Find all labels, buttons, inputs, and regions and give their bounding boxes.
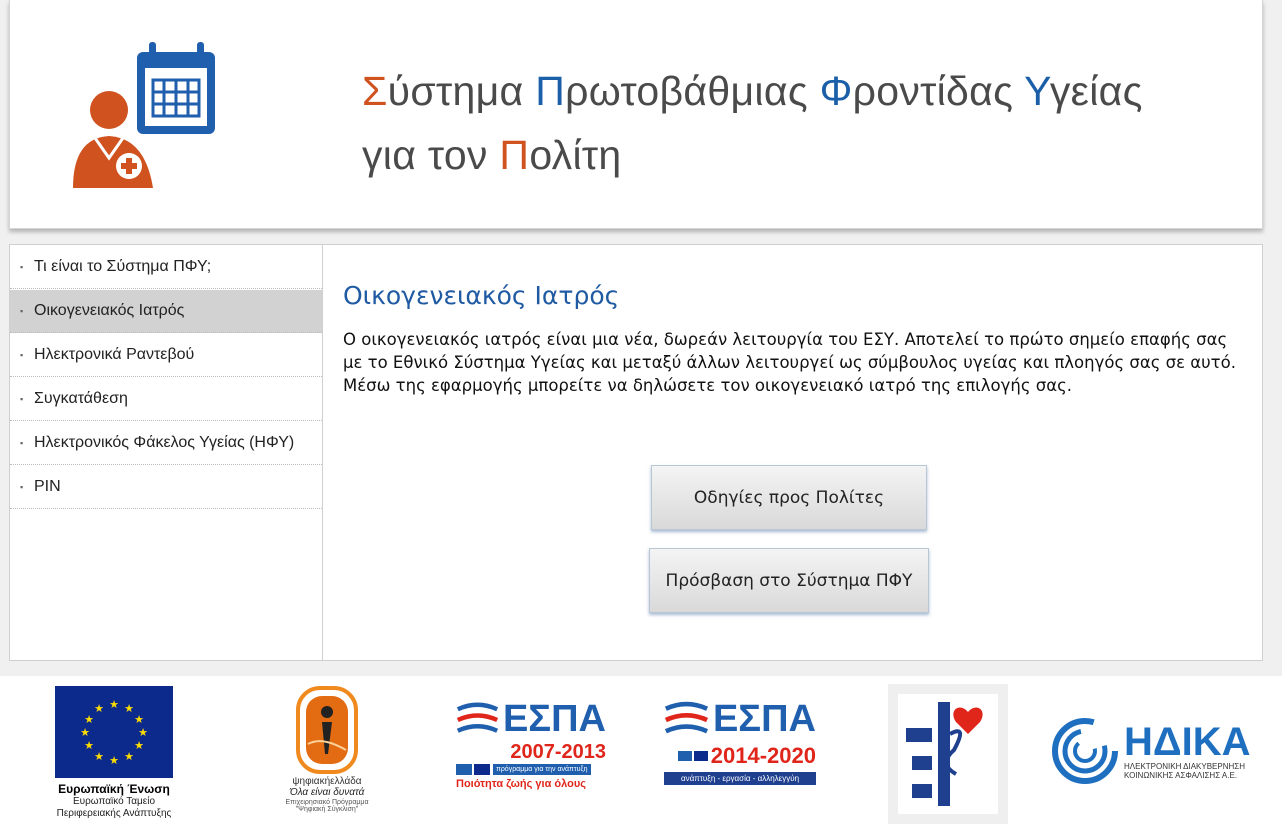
bullet-icon: ▪: [20, 394, 24, 404]
sidebar-item-label: PIN: [34, 478, 61, 495]
svg-text:★: ★: [134, 713, 144, 726]
page-description: Ο οικογενειακός ιατρός είναι μια νέα, δω…: [343, 330, 1236, 395]
svg-text:★: ★: [124, 750, 134, 763]
title-initial: Π: [535, 68, 566, 114]
espa-band: πρόγραμμα για την ανάπτυξη: [493, 764, 591, 775]
greek-flag-icon: [456, 764, 472, 775]
digital-subtitle: "Ψηφιακή Σύγκλιση": [295, 806, 359, 813]
svg-text:★: ★: [84, 713, 94, 726]
title-word: ολίτη: [529, 132, 622, 178]
title-word: ύστημα: [387, 68, 536, 114]
content-panel: ▪ Τι είναι το Σύστημα ΠΦΥ; ▪ Οικογενειακ…: [9, 244, 1263, 661]
digital-greece-logo: ψηφιακήελλάδα Όλα είναι δυνατά Επιχειρησ…: [268, 684, 386, 813]
svg-text:★: ★: [109, 754, 119, 767]
sidebar-item-label: Ηλεκτρονικά Ραντεβού: [34, 346, 195, 363]
svg-text:★: ★: [109, 698, 119, 711]
doctor-calendar-logo-icon: [73, 42, 215, 188]
sidebar-item-label: Οικογενειακός Ιατρός: [34, 302, 185, 319]
title-word: ρωτοβάθμιας: [565, 68, 820, 114]
sidebar-item-label: Συγκατάθεση: [34, 390, 128, 407]
header-title-line1: Σύστημα Πρωτοβάθμιας Φροντίδας Υγείας: [362, 68, 1143, 115]
espa-name: ΕΣΠΑ: [712, 698, 816, 740]
espa-waves-icon: [664, 701, 709, 733]
header-title-line2: για τον Πολίτη: [362, 132, 621, 179]
sidebar-menu: ▪ Τι είναι το Σύστημα ΠΦΥ; ▪ Οικογενειακ…: [10, 245, 323, 660]
access-system-button[interactable]: Πρόσβαση στο Σύστημα ΠΦΥ: [649, 548, 929, 613]
title-initial: Π: [499, 132, 530, 178]
bullet-icon: ▪: [20, 438, 24, 448]
eu-flag-small-icon: [474, 764, 490, 775]
espa-slogan: Ποιότητα ζωής για όλους: [456, 778, 586, 790]
idika-subtitle: ΚΟΙΝΩΝΙΚΗΣ ΑΣΦΑΛΙΣΗΣ Α.Ε.: [1124, 771, 1238, 780]
svg-text:★: ★: [138, 726, 148, 739]
citizen-guide-button[interactable]: Οδηγίες προς Πολίτες: [651, 465, 927, 530]
idika-logo: ΗΔΙΚΑ ΗΛΕΚΤΡΟΝΙΚΗ ΔΙΑΚΥΒΕΡΝΗΣΗ ΚΟΙΝΩΝΙΚΗ…: [1050, 716, 1275, 786]
eu-flag-icon: ★ ★★★ ★★★★ ★★★★: [55, 686, 173, 778]
espa-years: 2007-2013: [510, 741, 606, 763]
idika-name: ΗΔΙΚΑ: [1124, 720, 1251, 764]
title-word: ροντίδας: [852, 68, 1025, 114]
sidebar-item-family-doctor[interactable]: ▪ Οικογενειακός Ιατρός: [10, 290, 322, 333]
svg-text:★: ★: [134, 739, 144, 752]
svg-text:★: ★: [94, 702, 104, 715]
eu-subtitle: Περιφερειακής Ανάπτυξης: [56, 808, 172, 819]
digital-brand: ψηφιακήελλάδα: [292, 776, 362, 787]
digital-slogan: Όλα είναι δυνατά: [289, 787, 365, 798]
eu-title: Ευρωπαϊκή Ένωση: [58, 782, 170, 796]
espa-years: 2014-2020: [710, 743, 816, 768]
sidebar-item-label: Τι είναι το Σύστημα ΠΦΥ;: [34, 258, 212, 275]
digital-subtitle: Επιχειρησιακό Πρόγραμμα: [285, 799, 369, 806]
page-title: Οικογενειακός Ιατρός: [343, 281, 620, 310]
bullet-icon: ▪: [20, 306, 24, 316]
main-content: Οικογενειακός Ιατρός Ο οικογενειακός ιατ…: [323, 245, 1262, 660]
caduceus-heart-icon: [898, 694, 998, 814]
digital-greece-emblem-icon: [296, 686, 358, 774]
idika-subtitle: ΗΛΕΚΤΡΟΝΙΚΗ ΔΙΑΚΥΒΕΡΝΗΣΗ: [1124, 762, 1245, 771]
idika-spiral-icon: [1052, 718, 1118, 784]
title-word: γείας: [1049, 68, 1143, 114]
espa-2014-logo: ΕΣΠΑ 2014-2020 ανάπτυξη - εργασία - αλλη…: [664, 698, 816, 785]
sidebar-item-what-is-pfy[interactable]: ▪ Τι είναι το Σύστημα ΠΦΥ;: [10, 246, 322, 289]
eu-subtitle: Ευρωπαϊκό Ταμείο: [72, 796, 156, 807]
title-initial: Φ: [819, 68, 853, 114]
espa-name: ΕΣΠΑ: [502, 698, 606, 740]
bullet-icon: ▪: [20, 482, 24, 492]
title-initial: Υ: [1024, 68, 1050, 114]
bullet-icon: ▪: [20, 350, 24, 360]
bullet-icon: ▪: [20, 262, 24, 272]
sidebar-item-health-record[interactable]: ▪ Ηλεκτρονικός Φάκελος Υγείας (ΗΦΥ): [10, 422, 322, 465]
ministry-health-logo: [888, 684, 1008, 824]
sidebar-item-appointments[interactable]: ▪ Ηλεκτρονικά Ραντεβού: [10, 334, 322, 377]
eu-logo: ★ ★ ★ ★ ★ ★ ★ ★ ★ ★ ★ ★ Ευρωπαϊκή Ένωση Ευρωπαϊκό…: [52, 686, 176, 820]
svg-text:★: ★: [124, 702, 134, 715]
svg-text:★: ★: [84, 739, 94, 752]
title-initial: Σ: [362, 68, 388, 114]
site-header: Σύστημα Πρωτοβάθμιας Φροντίδας Υγείας γι…: [9, 0, 1263, 229]
espa-slogan: ανάπτυξη - εργασία - αλληλεγγύη: [664, 772, 816, 785]
footer-logos: ★ ★ ★ ★ ★ ★ ★ ★ ★ ★ ★ ★ Ευρωπαϊκή Ένωση Ευρωπαϊκό…: [0, 676, 1282, 828]
svg-text:★: ★: [94, 750, 104, 763]
title-word: για τον: [362, 132, 500, 178]
sidebar-item-consent[interactable]: ▪ Συγκατάθεση: [10, 378, 322, 421]
sidebar-item-pin[interactable]: ▪ PIN: [10, 466, 322, 509]
sidebar-item-label: Ηλεκτρονικός Φάκελος Υγείας (ΗΦΥ): [34, 434, 295, 451]
espa-2007-logo: ΕΣΠΑ 2007-2013 πρόγραμμα για την ανάπτυξ…: [456, 698, 606, 790]
svg-text:★: ★: [80, 726, 90, 739]
greek-flag-icon: [677, 751, 692, 761]
espa-waves-icon: [456, 702, 499, 733]
eu-flag-small-icon: [693, 751, 708, 761]
